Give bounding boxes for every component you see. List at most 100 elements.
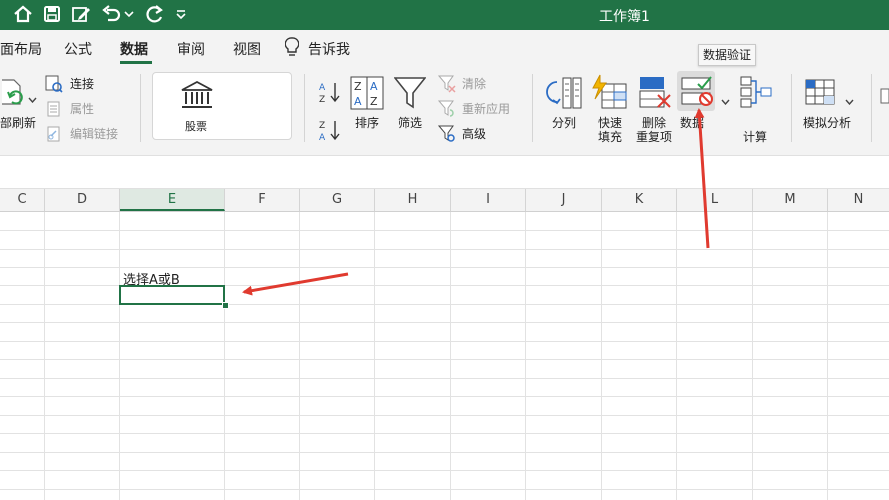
- ribbon-divider: [304, 74, 305, 142]
- row-divider: [0, 378, 889, 379]
- connections-label[interactable]: 连接: [70, 77, 94, 91]
- column-divider: [752, 212, 753, 500]
- reapply-label: 重新应用: [462, 102, 511, 116]
- consolidate-label[interactable]: 计算: [743, 130, 767, 144]
- tab-view[interactable]: 视图: [233, 39, 261, 59]
- column-header-d[interactable]: D: [45, 189, 120, 211]
- cell-grid[interactable]: [0, 212, 889, 500]
- flash-fill-label-1[interactable]: 快速: [596, 116, 624, 130]
- tab-data[interactable]: 数据: [120, 39, 148, 59]
- column-divider: [525, 212, 526, 500]
- row-divider: [0, 249, 889, 250]
- ribbon: 部刷新 连接 属性 编辑链接 股票 AZ ZA ZAAZ 排序 筛选 清除 重新…: [0, 66, 889, 155]
- text-to-columns-icon[interactable]: [545, 76, 583, 114]
- stocks-label[interactable]: 股票: [185, 120, 207, 134]
- chevron-down-icon[interactable]: [845, 90, 854, 109]
- column-header-l[interactable]: L: [677, 189, 753, 211]
- tab-formulas[interactable]: 公式: [64, 39, 92, 59]
- refresh-all-icon[interactable]: [0, 78, 30, 116]
- column-divider: [119, 212, 120, 500]
- row-divider: [0, 489, 889, 490]
- active-tab-indicator: [120, 61, 152, 64]
- tab-review[interactable]: 审阅: [177, 39, 205, 59]
- lightbulb-icon: [284, 37, 300, 61]
- column-headers: C D E F G H I J K L M N: [0, 189, 889, 212]
- title-bar: 工作簿1: [0, 0, 889, 30]
- column-header-g[interactable]: G: [300, 189, 375, 211]
- what-if-analysis-label[interactable]: 模拟分析: [803, 116, 851, 130]
- clear-label: 清除: [462, 77, 487, 91]
- data-types-gallery[interactable]: [152, 72, 292, 140]
- tab-page-layout[interactable]: 面布局: [0, 39, 42, 59]
- clear-filter-icon: [437, 75, 456, 97]
- reapply-icon: [437, 100, 456, 122]
- column-divider: [224, 212, 225, 500]
- data-validation-icon[interactable]: [680, 75, 714, 113]
- remove-duplicates-label-2[interactable]: 重复项: [635, 130, 673, 144]
- row-divider: [0, 322, 889, 323]
- selected-cell[interactable]: [119, 285, 225, 305]
- column-divider: [601, 212, 602, 500]
- row-divider: [0, 359, 889, 360]
- properties-icon: [46, 101, 62, 121]
- column-divider: [450, 212, 451, 500]
- column-header-i[interactable]: I: [451, 189, 526, 211]
- filter-icon[interactable]: [393, 76, 427, 114]
- svg-text:A: A: [319, 133, 326, 142]
- sort-ascending-icon[interactable]: AZ: [318, 80, 342, 108]
- column-divider: [676, 212, 677, 500]
- tab-tell-me[interactable]: 告诉我: [308, 39, 350, 59]
- svg-text:A: A: [370, 80, 378, 93]
- filter-label[interactable]: 筛选: [398, 116, 422, 130]
- row-divider: [0, 230, 889, 231]
- refresh-all-label[interactable]: 部刷新: [0, 116, 36, 130]
- column-header-m[interactable]: M: [753, 189, 828, 211]
- edit-links-label: 编辑链接: [70, 127, 119, 141]
- ribbon-divider: [140, 74, 141, 142]
- bank-icon[interactable]: [180, 80, 214, 114]
- column-divider: [827, 212, 828, 500]
- chevron-down-icon[interactable]: [28, 88, 37, 107]
- chevron-down-icon[interactable]: [721, 90, 730, 109]
- remove-duplicates-label-1[interactable]: 删除: [640, 116, 668, 130]
- column-header-f[interactable]: F: [225, 189, 300, 211]
- edit-links-icon: [46, 126, 62, 146]
- column-divider: [44, 212, 45, 500]
- formula-input[interactable]: [4, 162, 884, 182]
- column-divider: [299, 212, 300, 500]
- svg-text:A: A: [354, 95, 362, 108]
- column-header-e[interactable]: E: [120, 189, 225, 211]
- connections-icon[interactable]: [45, 75, 63, 97]
- row-divider: [0, 433, 889, 434]
- advanced-filter-icon[interactable]: [437, 125, 456, 147]
- formula-bar: [0, 155, 889, 189]
- data-validation-tooltip: 数据验证: [698, 44, 757, 66]
- data-validation-label[interactable]: 数据: [680, 116, 704, 130]
- fill-handle[interactable]: [222, 302, 229, 309]
- sort-label[interactable]: 排序: [355, 116, 379, 130]
- sort-descending-icon[interactable]: ZA: [318, 118, 342, 146]
- row-divider: [0, 341, 889, 342]
- column-divider: [374, 212, 375, 500]
- flash-fill-label-2[interactable]: 填充: [596, 130, 624, 144]
- row-divider: [0, 470, 889, 471]
- sort-icon[interactable]: ZAAZ: [350, 76, 384, 114]
- overflow-icon[interactable]: [880, 88, 889, 108]
- properties-label: 属性: [70, 102, 95, 116]
- column-header-k[interactable]: K: [602, 189, 677, 211]
- ribbon-divider: [532, 74, 533, 142]
- remove-duplicates-icon[interactable]: [638, 75, 672, 113]
- column-header-c[interactable]: C: [0, 189, 45, 211]
- column-header-n[interactable]: N: [828, 189, 889, 211]
- column-header-h[interactable]: H: [375, 189, 451, 211]
- svg-text:Z: Z: [370, 95, 378, 108]
- ribbon-divider: [791, 74, 792, 142]
- what-if-analysis-icon[interactable]: [805, 78, 839, 112]
- text-to-columns-label[interactable]: 分列: [552, 116, 576, 130]
- column-header-j[interactable]: J: [526, 189, 602, 211]
- advanced-label[interactable]: 高级: [462, 127, 486, 141]
- document-title: 工作簿1: [599, 9, 650, 25]
- consolidate-icon[interactable]: [739, 75, 773, 113]
- svg-text:Z: Z: [354, 80, 362, 93]
- flash-fill-icon[interactable]: [590, 74, 628, 114]
